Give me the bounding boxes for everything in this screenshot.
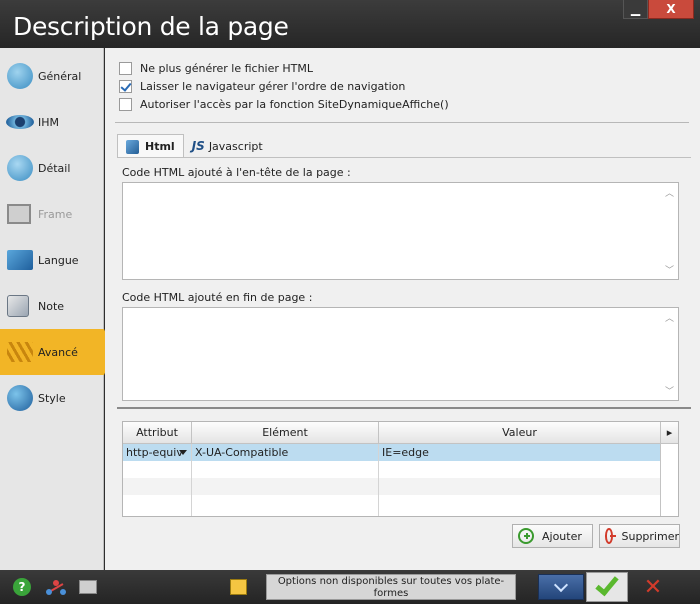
- plus-icon: [518, 528, 534, 544]
- minus-icon: [605, 528, 616, 544]
- sidebar-item-langue[interactable]: Langue: [0, 237, 104, 283]
- general-icon: [7, 63, 33, 89]
- sidebar: Général IHM Détail Frame Langue Note Ava…: [0, 48, 114, 570]
- column-divider: [660, 444, 661, 516]
- sidebar-item-note[interactable]: Note: [0, 283, 104, 329]
- option-label: Autoriser l'accès par la fonction SiteDy…: [140, 97, 449, 111]
- column-divider: [191, 444, 192, 516]
- tab-bar: Html JS Javascript: [117, 134, 271, 158]
- column-divider: [378, 444, 379, 516]
- header-code-textarea[interactable]: ︿ ﹀: [122, 182, 679, 280]
- sidebar-item-label: Langue: [38, 253, 79, 267]
- sidebar-item-label: Général: [38, 69, 82, 83]
- add-button-label: Ajouter: [542, 529, 582, 543]
- option-browser-nav[interactable]: Laisser le navigateur gérer l'ordre de n…: [119, 78, 405, 94]
- sidebar-item-detail[interactable]: Détail: [0, 145, 104, 191]
- tab-label: Javascript: [208, 139, 263, 153]
- html-icon: [126, 139, 139, 154]
- sidebar-item-ihm[interactable]: IHM: [0, 99, 104, 145]
- sidebar-item-frame[interactable]: Frame: [0, 191, 104, 237]
- cell-valeur[interactable]: IE=edge: [379, 444, 661, 461]
- help-icon[interactable]: ?: [13, 578, 31, 596]
- js-icon: JS: [191, 139, 205, 153]
- scroll-up-icon[interactable]: ︿: [665, 186, 674, 199]
- platform-info: Options non disponibles sur toutes vos p…: [266, 574, 516, 600]
- sidebar-item-label: Style: [38, 391, 66, 405]
- option-label: Ne plus générer le fichier HTML: [140, 61, 314, 75]
- column-header-attribut[interactable]: Attribut: [123, 422, 192, 444]
- chevron-down-icon: [553, 577, 569, 592]
- eye-icon: [6, 115, 34, 129]
- frame-icon: [7, 204, 31, 224]
- network-icon[interactable]: [46, 578, 66, 596]
- table-row-empty[interactable]: [123, 461, 661, 478]
- column-header-valeur[interactable]: Valeur: [379, 422, 661, 444]
- cell-element[interactable]: X-UA-Compatible: [192, 444, 379, 461]
- scroll-right-icon[interactable]: ▸: [661, 422, 678, 444]
- sidebar-item-label: Frame: [38, 207, 73, 221]
- delete-button[interactable]: Supprimer: [599, 524, 680, 548]
- add-button[interactable]: Ajouter: [512, 524, 593, 548]
- detail-icon: [7, 155, 33, 181]
- splitter[interactable]: [117, 407, 691, 409]
- scroll-down-icon[interactable]: ﹀: [665, 263, 674, 276]
- separator: [115, 122, 689, 123]
- cancel-button[interactable]: ✕: [630, 574, 676, 600]
- sidebar-item-style[interactable]: Style: [0, 375, 104, 421]
- minimize-button[interactable]: ▁: [623, 0, 648, 19]
- table-row-empty[interactable]: [123, 478, 661, 495]
- cross-icon: ✕: [643, 574, 663, 600]
- checkbox-checked[interactable]: [119, 79, 132, 93]
- delete-button-label: Supprimer: [621, 529, 679, 543]
- sidebar-item-avance[interactable]: Avancé: [0, 329, 114, 375]
- cell-attribut[interactable]: http-equiv: [123, 444, 192, 461]
- flag-icon: [7, 250, 33, 270]
- tab-label: Html: [145, 140, 175, 153]
- close-icon: X: [666, 2, 676, 16]
- footer-code-textarea[interactable]: ︿ ﹀: [122, 307, 679, 401]
- sidebar-item-label: Note: [38, 299, 65, 313]
- document-icon[interactable]: [230, 579, 247, 595]
- scroll-down-icon[interactable]: ﹀: [665, 384, 674, 397]
- sidebar-item-general[interactable]: Général: [0, 53, 104, 99]
- column-header-element[interactable]: Elément: [192, 422, 379, 444]
- tab-underline: [117, 157, 691, 158]
- option-no-html[interactable]: Ne plus générer le fichier HTML: [119, 60, 313, 76]
- dialog-window: Description de la page ▁ X Général IHM D…: [0, 0, 700, 604]
- footer-code-label: Code HTML ajouté en fin de page :: [122, 291, 313, 304]
- table-row-empty[interactable]: [123, 495, 661, 512]
- option-allow-access[interactable]: Autoriser l'accès par la fonction SiteDy…: [119, 96, 449, 112]
- tab-html[interactable]: Html: [117, 134, 184, 158]
- header-code-label: Code HTML ajouté à l'en-tête de la page …: [122, 166, 351, 179]
- title-bar: Description de la page ▁ X: [0, 0, 700, 48]
- ok-button[interactable]: [586, 571, 628, 602]
- palette-icon: [7, 385, 33, 411]
- checkbox[interactable]: [119, 97, 132, 111]
- bottom-bar: ? Options non disponibles sur toutes vos…: [0, 570, 700, 604]
- advanced-icon: [7, 342, 33, 362]
- main-panel: Ne plus générer le fichier HTML Laisser …: [105, 48, 700, 570]
- dialog-title: Description de la page: [13, 12, 289, 41]
- option-label: Laisser le navigateur gérer l'ordre de n…: [140, 79, 406, 93]
- collapse-button[interactable]: [538, 574, 584, 600]
- dropdown-arrow-icon[interactable]: [179, 450, 187, 455]
- tab-javascript[interactable]: JS Javascript: [184, 134, 271, 158]
- vertical-scrollbar[interactable]: ︿ ﹀: [661, 308, 678, 400]
- card-icon[interactable]: [79, 580, 97, 594]
- close-window-button[interactable]: X: [648, 0, 694, 19]
- sidebar-item-label: Avancé: [38, 345, 78, 359]
- vertical-scrollbar[interactable]: ︿ ﹀: [661, 183, 678, 279]
- sidebar-item-label: IHM: [38, 115, 60, 129]
- sidebar-item-label: Détail: [38, 161, 71, 175]
- checkbox[interactable]: [119, 61, 132, 75]
- checkmark-icon: [595, 571, 619, 597]
- meta-table: Attribut Elément Valeur ▸ http-equiv X-U…: [122, 421, 679, 517]
- table-row[interactable]: http-equiv X-UA-Compatible IE=edge: [123, 444, 661, 461]
- scroll-up-icon[interactable]: ︿: [665, 311, 674, 324]
- note-icon: [7, 295, 29, 317]
